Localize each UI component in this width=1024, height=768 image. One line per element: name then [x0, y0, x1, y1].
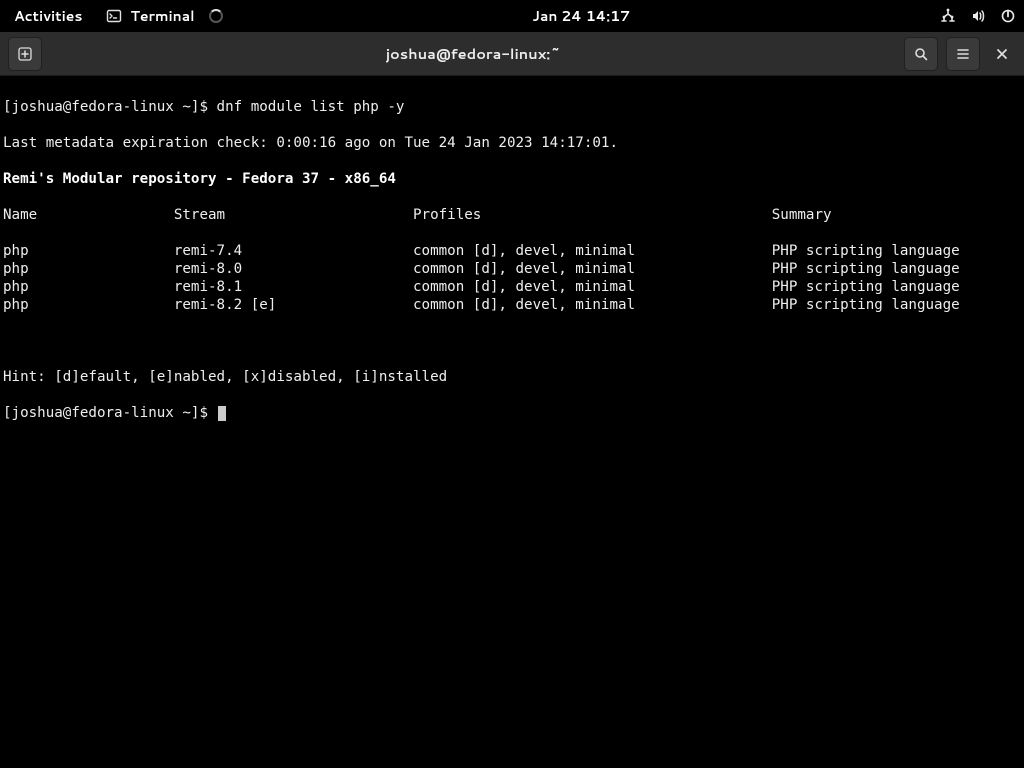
- close-button[interactable]: [988, 40, 1016, 68]
- search-icon: [913, 46, 929, 62]
- hamburger-icon: [955, 46, 971, 62]
- command: dnf module list php -y: [217, 99, 405, 115]
- window-titlebar: joshua@fedora-linux:~: [0, 32, 1024, 76]
- clock[interactable]: Jan 24 14:17: [223, 6, 940, 26]
- window-title: joshua@fedora-linux:~: [42, 43, 904, 64]
- terminal-icon: [106, 8, 122, 24]
- module-row: php remi-7.4 common [d], devel, minimal …: [3, 242, 1021, 260]
- module-row: php remi-8.1 common [d], devel, minimal …: [3, 278, 1021, 296]
- module-row: php remi-8.0 common [d], devel, minimal …: [3, 260, 1021, 278]
- blank-line: [3, 332, 1021, 350]
- spinner-icon: [209, 9, 223, 23]
- activities-button[interactable]: Activities: [8, 6, 88, 26]
- close-icon: [996, 48, 1008, 60]
- output-line: Last metadata expiration check: 0:00:16 …: [3, 134, 1021, 152]
- plus-icon: [17, 46, 33, 62]
- column-headers: Name Stream Profiles Summary: [3, 206, 1021, 224]
- new-tab-button[interactable]: [8, 37, 42, 71]
- search-button[interactable]: [904, 37, 938, 71]
- appmenu-label: Terminal: [130, 6, 194, 26]
- power-icon: [1000, 8, 1016, 24]
- hint-line: Hint: [d]efault, [e]nabled, [x]disabled,…: [3, 368, 1021, 386]
- appmenu[interactable]: Terminal: [106, 6, 222, 26]
- prompt: [joshua@fedora-linux ~]$: [3, 405, 217, 421]
- system-tray[interactable]: [940, 8, 1016, 24]
- menu-button[interactable]: [946, 37, 980, 71]
- cursor: [218, 406, 226, 421]
- module-row: php remi-8.2 [e] common [d], devel, mini…: [3, 296, 1021, 314]
- network-icon: [940, 8, 956, 24]
- volume-icon: [970, 8, 986, 24]
- prompt: [joshua@fedora-linux ~]$: [3, 99, 217, 115]
- terminal-output[interactable]: [joshua@fedora-linux ~]$ dnf module list…: [0, 76, 1024, 444]
- repo-header: Remi's Modular repository - Fedora 37 - …: [3, 170, 1021, 188]
- gnome-topbar: Activities Terminal Jan 24 14:17: [0, 0, 1024, 32]
